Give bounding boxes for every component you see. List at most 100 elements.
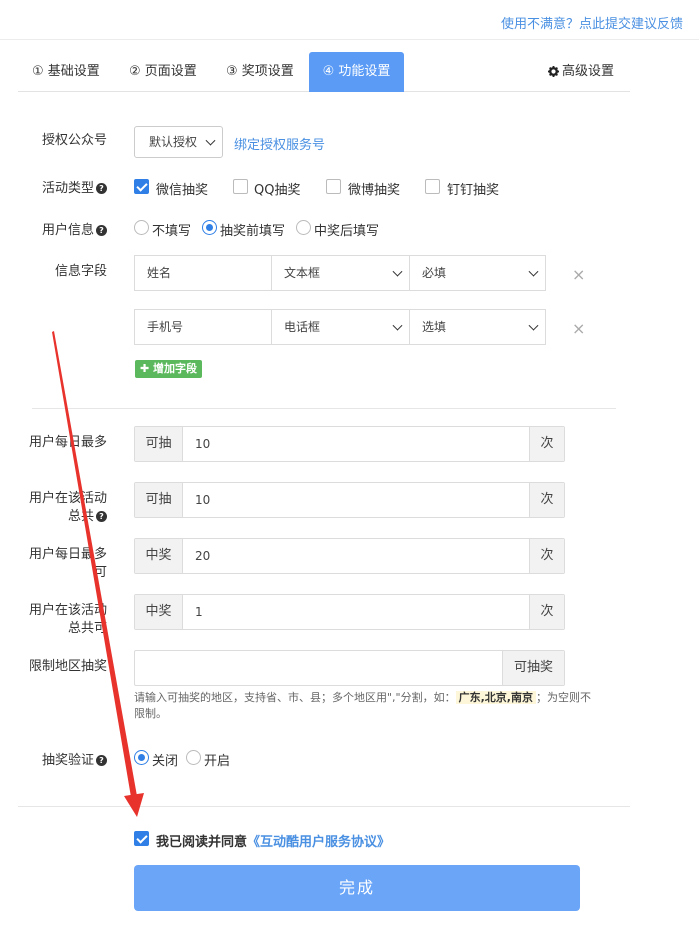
radio-no-fill-label: 不填写 — [152, 224, 192, 239]
chevron-down-icon — [205, 135, 216, 146]
checkbox-wechat-label: 微信抽奖 — [156, 183, 209, 198]
field-type-value: 电话框 — [284, 320, 321, 334]
field-name-input[interactable]: 姓名 — [135, 256, 271, 290]
region-hint: 请输入可抽奖的地区，支持省、市、县；多个地区用","分割，如： 广东,北京,南京；… — [134, 690, 594, 722]
activity-type-label-text: 活动类型 — [41, 181, 94, 196]
chevron-down-icon — [528, 320, 539, 331]
footer-divider — [18, 806, 630, 807]
field-type-select[interactable]: 文本框 — [271, 256, 409, 290]
service-agreement-link[interactable]: 《互动酷用户服务协议》 — [247, 835, 390, 850]
chevron-down-icon — [392, 266, 403, 277]
draw-verify-label: 抽奖验证? — [42, 752, 107, 770]
region-limit-label: 限制地区抽奖 — [28, 659, 107, 674]
field-required-value: 必填 — [422, 266, 447, 280]
agreement-checkbox[interactable] — [134, 831, 149, 846]
radio-no-fill[interactable] — [134, 220, 149, 235]
field-required-select[interactable]: 选填 — [409, 310, 545, 344]
tab-advanced-label: 高级设置 — [561, 64, 614, 79]
delete-field-icon[interactable]: × — [572, 265, 585, 284]
region-limit-group: 可抽奖 — [134, 650, 565, 686]
checkbox-weibo[interactable] — [326, 179, 341, 194]
input-suffix: 次 — [529, 595, 564, 629]
input-prefix: 可抽 — [135, 427, 183, 461]
radio-verify-off-label: 关闭 — [152, 754, 179, 769]
radio-verify-off[interactable] — [134, 750, 149, 765]
total-draw-limit-label-text: 用户在该活动总共 — [28, 491, 107, 524]
radio-verify-on[interactable] — [186, 750, 201, 765]
field-required-select[interactable]: 必填 — [409, 256, 545, 290]
agreement-text: 我已阅读并同意《互动酷用户服务协议》 — [156, 831, 390, 850]
checkbox-weibo-label: 微博抽奖 — [348, 183, 401, 198]
user-info-label-text: 用户信息 — [41, 223, 94, 238]
auth-select-value: 默认授权 — [149, 135, 198, 149]
activity-type-label: 活动类型? — [42, 180, 107, 198]
total-draw-limit-input[interactable]: 10 — [195, 483, 210, 517]
field-row: 手机号 电话框 选填 — [134, 309, 546, 345]
radio-fill-before-label: 抽奖前填写 — [220, 224, 286, 239]
delete-field-icon[interactable]: × — [572, 319, 585, 338]
radio-fill-after[interactable] — [296, 220, 311, 235]
gear-icon — [547, 54, 559, 94]
radio-fill-before[interactable] — [202, 220, 217, 235]
add-field-button-label: 增加字段 — [153, 362, 198, 375]
radio-fill-after-label: 中奖后填写 — [314, 224, 380, 239]
region-hint-text: 请输入可抽奖的地区，支持省、市、县；多个地区用","分割，如： — [134, 691, 456, 704]
draw-verify-label-text: 抽奖验证 — [41, 753, 94, 768]
daily-win-limit-label: 用户每日最多可 — [28, 547, 107, 580]
field-row: 姓名 文本框 必填 — [134, 255, 546, 291]
tab-features[interactable]: ④ 功能设置 — [309, 52, 404, 92]
help-icon[interactable]: ? — [96, 225, 107, 236]
finish-button[interactable]: 完成 — [134, 865, 580, 911]
input-prefix: 可抽 — [135, 483, 183, 517]
daily-draw-limit-input[interactable]: 10 — [195, 427, 210, 461]
input-prefix: 中奖 — [135, 595, 183, 629]
user-info-label: 用户信息? — [42, 222, 107, 240]
input-prefix: 中奖 — [135, 539, 183, 573]
input-suffix: 次 — [529, 483, 564, 517]
info-fields-label: 信息字段 — [54, 264, 107, 279]
total-win-limit-label: 用户在该活动总共可 — [28, 603, 107, 636]
tab-basic[interactable]: ① 基础设置 — [32, 52, 100, 92]
auth-label: 授权公众号 — [41, 133, 107, 148]
arrow-head — [124, 793, 144, 817]
checkbox-dingtalk-label: 钉钉抽奖 — [447, 183, 500, 198]
feedback-link[interactable]: 使用不满意？点此提交建议反馈 — [501, 13, 683, 32]
input-suffix: 次 — [529, 427, 564, 461]
total-win-limit-group: 中奖 1 次 — [134, 594, 565, 630]
plus-icon: ✚ — [140, 362, 154, 375]
bind-service-account-link[interactable]: 绑定授权服务号 — [234, 134, 325, 153]
agreement-text-label: 我已阅读并同意 — [156, 835, 248, 850]
total-win-limit-input[interactable]: 1 — [195, 595, 203, 629]
tab-advanced[interactable]: 高级设置 — [547, 52, 614, 94]
field-required-value: 选填 — [422, 320, 447, 334]
section-divider — [32, 408, 616, 409]
checkbox-qq-label: QQ抽奖 — [254, 183, 301, 198]
checkbox-wechat[interactable] — [134, 179, 149, 194]
field-name-input[interactable]: 手机号 — [135, 310, 271, 344]
help-icon[interactable]: ? — [96, 511, 107, 522]
daily-win-limit-input[interactable]: 20 — [195, 539, 210, 573]
add-field-button[interactable]: ✚ 增加字段 — [135, 360, 203, 378]
checkbox-dingtalk[interactable] — [425, 179, 440, 194]
daily-win-limit-group: 中奖 20 次 — [134, 538, 565, 574]
top-bar: 使用不满意？点此提交建议反馈 — [0, 0, 699, 40]
region-hint-example: 广东,北京,南京 — [455, 691, 536, 704]
auth-select[interactable]: 默认授权 — [134, 126, 223, 158]
chevron-down-icon — [528, 266, 539, 277]
input-suffix: 可抽奖 — [502, 651, 564, 685]
checkbox-qq[interactable] — [233, 179, 248, 194]
total-draw-limit-label: 用户在该活动总共? — [27, 490, 107, 526]
chevron-down-icon — [392, 320, 403, 331]
field-type-select[interactable]: 电话框 — [271, 310, 409, 344]
input-suffix: 次 — [529, 539, 564, 573]
region-input[interactable] — [135, 651, 502, 685]
help-icon[interactable]: ? — [96, 183, 107, 194]
help-icon[interactable]: ? — [96, 755, 107, 766]
daily-draw-limit-label: 用户每日最多 — [28, 435, 107, 450]
radio-verify-on-label: 开启 — [204, 754, 231, 769]
tab-prizes[interactable]: ③ 奖项设置 — [226, 52, 294, 92]
daily-draw-limit-group: 可抽 10 次 — [134, 426, 565, 462]
settings-tabs: ① 基础设置 ② 页面设置 ③ 奖项设置 ④ 功能设置 高级设置 — [18, 52, 630, 92]
tab-page[interactable]: ② 页面设置 — [129, 52, 197, 92]
total-draw-limit-group: 可抽 10 次 — [134, 482, 565, 518]
